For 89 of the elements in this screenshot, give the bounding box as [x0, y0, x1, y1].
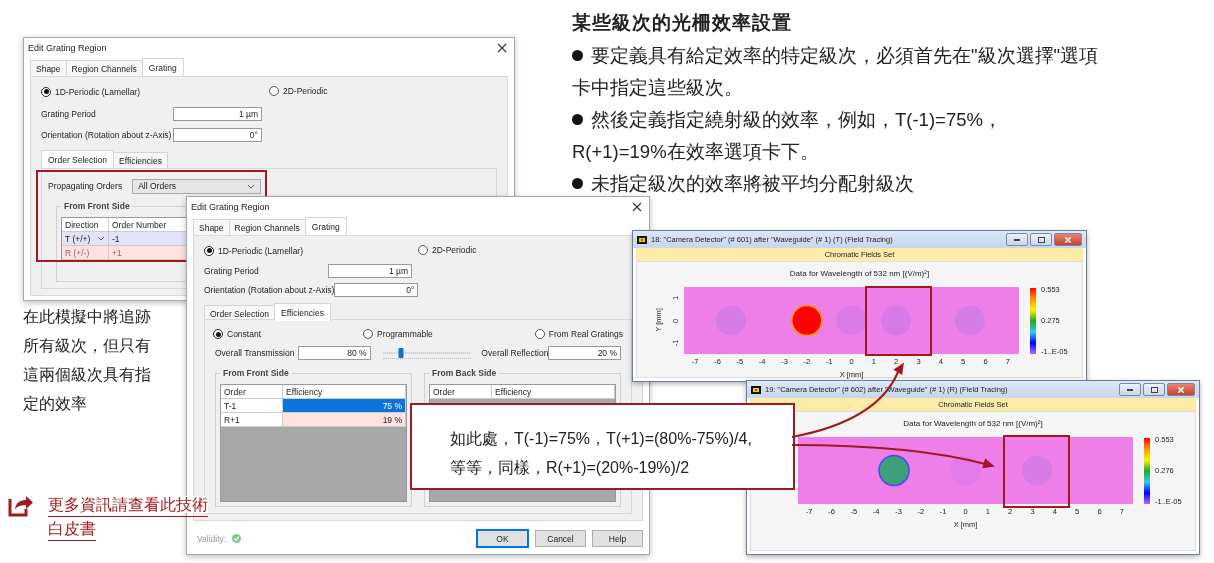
group-title: From Front Side — [61, 201, 133, 211]
intensity-spot — [836, 305, 867, 336]
tab[interactable]: Region Channels — [228, 219, 306, 235]
intensity-spot — [791, 304, 823, 337]
color-scale-bar — [1144, 438, 1150, 504]
share-icon — [8, 493, 34, 517]
input-field[interactable]: 0° — [173, 128, 262, 142]
table-cell[interactable]: T-1 — [221, 399, 283, 413]
minimize-button[interactable] — [1119, 383, 1141, 396]
table-cell[interactable]: R+1 — [221, 413, 283, 427]
table-cell[interactable]: T (+/+) — [62, 232, 109, 246]
radio-option[interactable]: Constant — [213, 329, 262, 339]
check-icon — [232, 534, 242, 543]
field-label: Grating Period — [204, 266, 260, 276]
dialog-button[interactable]: OK — [476, 529, 529, 548]
maximize-icon — [1150, 386, 1158, 393]
bullet-text: 然後定義指定繞射級的效率，例如，T(-1)=75%，R(+1)=19%在效率選項卡下。 — [572, 108, 1003, 164]
callout-text: 如此處，T(-1)=75%，T(+1)=(80%-75%)/4, 等等，同樣，R(+1)=(20%-19%)/2 — [450, 429, 753, 478]
tab[interactable]: Region Channels — [65, 60, 143, 76]
column-header: Efficiency — [492, 385, 615, 399]
plot-title: Data for Wavelength of 532 nm [(V/m)²] — [789, 269, 930, 278]
field-label: Overall Transmission — [215, 348, 295, 358]
radio-option[interactable]: From Real Gratings — [534, 329, 623, 339]
radio-option[interactable]: 2D-Periodic — [269, 86, 328, 96]
plot-title: Data for Wavelength of 532 nm [(V/m)²] — [903, 419, 1043, 428]
validity-label: Validity: — [197, 533, 227, 544]
color-scale-bar — [1030, 288, 1036, 354]
slider-thumb[interactable] — [398, 347, 404, 358]
caret-icon — [247, 183, 256, 189]
tab[interactable]: Grating — [304, 217, 347, 235]
tab[interactable]: Shape — [193, 219, 230, 235]
radio-option[interactable]: 1D-Periodic (Lamellar) — [41, 86, 141, 97]
field-label: Propagating Orders — [48, 181, 123, 191]
input-field[interactable]: 1 µm — [328, 264, 412, 278]
input-field[interactable]: 80 % — [298, 346, 371, 360]
group-title: From Front Side — [220, 368, 292, 378]
group-title: From Back Side — [429, 368, 500, 378]
table-cell[interactable]: 19 % — [283, 413, 406, 427]
slide-heading: 某些級次的光柵效率設置 — [572, 11, 793, 35]
app-icon — [751, 385, 761, 394]
close-icon[interactable] — [632, 202, 642, 212]
column-header: Direction — [62, 218, 109, 232]
close-icon — [1178, 386, 1184, 393]
slider-track[interactable] — [382, 347, 472, 359]
field-label: Overall Reflection — [481, 348, 549, 358]
intensity-spot — [954, 305, 985, 336]
minimize-icon — [1014, 238, 1020, 241]
bullet-text: 要定義具有給定效率的特定級次，必須首先在"級次選擇"選項卡中指定這些級次。 — [572, 44, 1100, 100]
column-header: Order — [430, 385, 492, 399]
tab[interactable]: Efficiencies — [113, 152, 168, 168]
close-button[interactable] — [1054, 233, 1082, 246]
maximize-button[interactable] — [1030, 233, 1052, 246]
highlight-frame — [864, 286, 932, 356]
field-label: Orientation (Rotation about z-Axis) — [204, 285, 335, 295]
minimize-icon — [1127, 388, 1133, 391]
window-title: Edit Grating Region — [28, 43, 107, 53]
app-icon — [637, 235, 647, 244]
input-field[interactable]: 20 % — [548, 346, 621, 360]
tab[interactable]: Efficiencies — [274, 303, 331, 321]
field-label: Orientation (Rotation about z-Axis) — [41, 130, 173, 140]
intensity-spot — [878, 454, 910, 487]
intensity-spot — [881, 305, 912, 336]
column-header: Efficiency — [283, 385, 406, 399]
table-cell[interactable]: R (+/-) — [62, 246, 109, 260]
close-button[interactable] — [1167, 383, 1195, 396]
close-icon[interactable] — [497, 43, 507, 53]
maximize-button[interactable] — [1143, 383, 1165, 396]
intensity-spot — [950, 455, 981, 486]
window-title: Edit Grating Region — [191, 202, 270, 212]
table-cell[interactable]: 75 % — [283, 399, 406, 413]
maximize-icon — [1037, 236, 1045, 243]
radio-option[interactable]: 2D-Periodic — [418, 245, 477, 255]
side-note: 在此模擬中將追跡所有級次，但只有這兩個級次具有指定的效率 — [23, 307, 152, 414]
input-field[interactable]: 1 µm — [173, 107, 262, 121]
radio-option[interactable]: Programmable — [363, 329, 433, 339]
tab[interactable]: Grating — [141, 58, 184, 76]
bullet-text: 未指定級次的效率將被平均分配射級次 — [572, 168, 1107, 200]
close-icon — [1065, 236, 1071, 243]
field-label: Grating Period — [41, 109, 97, 119]
intensity-spot — [715, 305, 746, 336]
input-field[interactable]: 0° — [334, 283, 419, 297]
caret-icon — [97, 236, 105, 241]
column-header: Order — [221, 385, 283, 399]
dialog-button[interactable]: Cancel — [535, 530, 586, 547]
dropdown[interactable]: All Orders — [132, 178, 262, 194]
tab[interactable]: Order Selection — [41, 150, 115, 168]
tab[interactable]: Shape — [30, 60, 67, 76]
dialog-button[interactable]: Help — [592, 530, 643, 547]
minimize-button[interactable] — [1006, 233, 1028, 246]
